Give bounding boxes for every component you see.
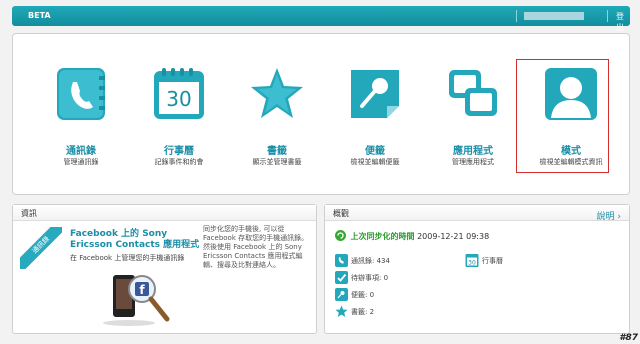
beta-label: BETA	[28, 11, 51, 20]
app-applications[interactable]: 應用程式 管理應用程式	[419, 34, 515, 184]
app-name: 行事曆	[164, 146, 194, 157]
note-icon	[335, 288, 348, 301]
app-calendar[interactable]: 30 行事曆 記錄事件和約會	[125, 34, 221, 184]
divider	[516, 10, 517, 22]
overview-list: 通訊錄: 434 待辦事項: 0 便籤: 0 書籤: 2	[335, 252, 390, 320]
app-launcher-panel: 通訊錄 管理通訊錄 30 行事曆 記錄事件和約會 書籤 顯示並管理書籤 便籤 檢…	[12, 33, 630, 195]
app-desc: 檢視並編輯便籤	[350, 158, 400, 166]
star-icon	[251, 68, 303, 118]
user-name-blurred	[524, 12, 584, 20]
overview-label: 行事曆	[482, 256, 503, 265]
overview-item-tasks[interactable]: 待辦事項: 0	[335, 269, 390, 286]
overview-item-contacts[interactable]: 通訊錄: 434	[335, 252, 390, 269]
last-sync-row: 上次同步化的時間 2009-12-21 09:38	[335, 230, 489, 242]
app-name: 便籤	[365, 146, 385, 157]
help-label: 說明	[596, 212, 615, 222]
overview-item-notes[interactable]: 便籤: 0	[335, 286, 390, 303]
note-icon	[351, 70, 399, 118]
overview-label: 書籤: 2	[351, 307, 375, 316]
app-name: 應用程式	[453, 146, 493, 157]
selection-highlight	[516, 59, 609, 173]
top-bar: BETA 登出	[12, 6, 630, 32]
news-panel: 資訊 通訊錄 Facebook 上的 Sony Ericsson Contact…	[12, 204, 317, 334]
app-desc: 管理通訊錄	[63, 158, 99, 166]
app-desc: 管理應用程式	[452, 158, 494, 166]
app-contacts[interactable]: 通訊錄 管理通訊錄	[27, 34, 123, 184]
app-notes[interactable]: 便籤 檢視並編輯便籤	[321, 34, 417, 184]
app-desc: 顯示並管理書籤	[252, 158, 302, 166]
phone-magnifier-icon: f	[103, 275, 170, 326]
app-desc: 記錄事件和約會	[154, 158, 204, 166]
overview-label: 待辦事項: 0	[351, 273, 389, 282]
chevron-right-icon: ›	[617, 212, 621, 222]
news-subtitle: 在 Facebook 上管理您的手機通訊錄	[70, 254, 185, 262]
app-name: 通訊錄	[66, 146, 96, 157]
divider	[607, 10, 608, 22]
watermark: #87	[619, 333, 638, 343]
panel-header: 資訊	[13, 205, 316, 221]
app-name: 書籤	[267, 146, 287, 157]
overview-label: 通訊錄: 434	[351, 256, 390, 265]
applications-icon	[449, 70, 497, 116]
overview-item-calendar[interactable]: 30 行事曆	[465, 252, 503, 269]
app-bookmarks[interactable]: 書籤 顯示並管理書籤	[223, 34, 319, 184]
logout-link[interactable]: 登出	[616, 11, 630, 33]
sync-time: 2009-12-21 09:38	[417, 232, 490, 241]
calendar-icon: 30	[465, 254, 479, 267]
phone-book-icon	[335, 254, 348, 267]
overview-label: 便籤: 0	[351, 290, 375, 299]
calendar-day: 30	[468, 260, 476, 267]
sync-label: 上次同步化的時間	[350, 232, 415, 241]
news-title-link[interactable]: Facebook 上的 Sony Ericsson Contacts 應用程式	[70, 229, 200, 251]
calendar-day: 30	[166, 87, 191, 111]
sync-icon	[335, 230, 346, 241]
help-link[interactable]: 說明 ›	[597, 209, 622, 222]
ribbon-label: 通訊錄	[20, 227, 62, 269]
category-ribbon: 通訊錄	[20, 227, 62, 269]
panel-header: 概觀	[325, 205, 629, 221]
checkmark-icon	[335, 271, 348, 284]
star-icon	[335, 305, 348, 317]
calendar-icon: 30	[154, 68, 204, 119]
news-body: 同步化您的手機後, 可以從 Facebook 存取您的手機通訊錄。然後使用 Fa…	[203, 225, 309, 269]
overview-item-bookmarks[interactable]: 書籤: 2	[335, 303, 390, 320]
phone-book-icon	[57, 68, 105, 120]
svg-text:f: f	[139, 283, 145, 297]
overview-panel: 概觀 說明 › 上次同步化的時間 2009-12-21 09:38 通訊錄: 4…	[324, 204, 630, 334]
